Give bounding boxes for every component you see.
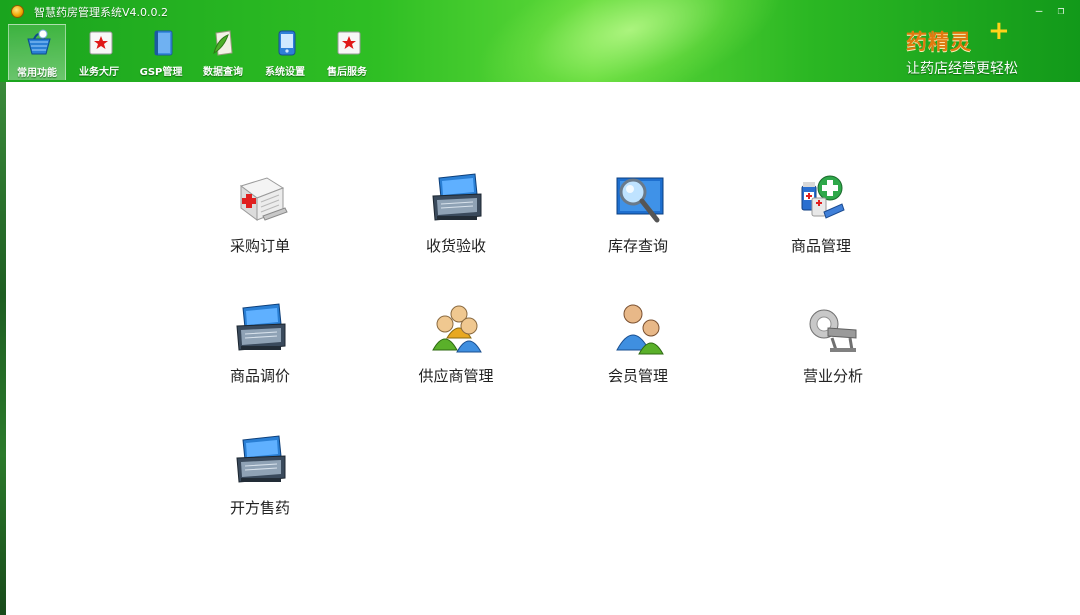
function-goods-receipt[interactable]: 收货验收 bbox=[386, 172, 526, 272]
function-supplier-management[interactable]: 供应商管理 bbox=[386, 302, 526, 402]
minimize-button[interactable]: — bbox=[1030, 3, 1048, 18]
medicine-bottles-icon bbox=[801, 175, 845, 219]
toolbar-label: 常用功能 bbox=[17, 68, 57, 79]
main-toolbar: 常用功能 业务大厅 GSP管理 数据查询 系统设置 售后服务 bbox=[0, 24, 390, 82]
function-panel: 采购订单 收货验收 库存查询 商品管理 商品调价 供应商管理 会员管理 营业分析… bbox=[6, 82, 1080, 615]
function-label: 商品调价 bbox=[229, 367, 290, 385]
function-label: 开方售药 bbox=[229, 499, 290, 517]
toolbar-after-sales[interactable]: 售后服务 bbox=[318, 24, 376, 80]
function-label: 会员管理 bbox=[607, 367, 668, 385]
maximize-button[interactable]: ❐ bbox=[1052, 3, 1070, 18]
toolbar-label: 系统设置 bbox=[265, 67, 305, 78]
brand-slogan: 让药店经营更轻松 bbox=[906, 61, 1018, 77]
toolbar-business-hall[interactable]: 业务大厅 bbox=[70, 24, 128, 80]
star-badge-icon bbox=[337, 31, 361, 55]
magnifier-screen-icon bbox=[616, 177, 664, 223]
toolbar-label: 数据查询 bbox=[203, 67, 243, 78]
toolbar-system-settings[interactable]: 系统设置 bbox=[256, 24, 314, 80]
brand-block: 药精灵 + 让药店经营更轻松 bbox=[900, 18, 1070, 78]
brand-plus: + bbox=[988, 16, 1010, 46]
function-label: 库存查询 bbox=[607, 237, 668, 255]
scanner-icon bbox=[809, 309, 857, 352]
basket-icon bbox=[27, 29, 51, 55]
toolbar-label: 售后服务 bbox=[327, 67, 367, 78]
function-purchase-order[interactable]: 采购订单 bbox=[190, 172, 330, 272]
function-label: 供应商管理 bbox=[418, 367, 494, 385]
function-product-management[interactable]: 商品管理 bbox=[751, 172, 891, 272]
window-title: 智慧药房管理系统V4.0.0.2 bbox=[34, 6, 169, 19]
function-prescription-sales[interactable]: 开方售药 bbox=[190, 434, 330, 534]
user-group-icon bbox=[432, 305, 482, 353]
function-inventory-query[interactable]: 库存查询 bbox=[568, 172, 708, 272]
hospital-icon bbox=[239, 177, 288, 221]
toolbar-label: 业务大厅 bbox=[79, 67, 119, 78]
device-icon bbox=[278, 30, 296, 56]
function-label: 收货验收 bbox=[425, 237, 486, 255]
function-business-analysis[interactable]: 营业分析 bbox=[763, 302, 903, 402]
toolbar-label: GSP管理 bbox=[139, 67, 183, 78]
toolbar-data-query[interactable]: 数据查询 bbox=[194, 24, 252, 80]
function-label: 采购订单 bbox=[229, 237, 290, 255]
toolbox-icon bbox=[236, 303, 286, 351]
function-label: 商品管理 bbox=[790, 237, 851, 255]
toolbox-icon bbox=[236, 435, 286, 483]
toolbar-common-functions[interactable]: 常用功能 bbox=[8, 24, 66, 80]
top-banner: 智慧药房管理系统V4.0.0.2 — ❐ 常用功能 业务大厅 GSP管理 数据查… bbox=[0, 0, 1080, 82]
title-bar: 智慧药房管理系统V4.0.0.2 — ❐ bbox=[0, 0, 1080, 22]
app-logo-icon bbox=[11, 5, 24, 18]
toolbox-icon bbox=[432, 173, 482, 221]
book-icon bbox=[154, 30, 173, 56]
function-member-management[interactable]: 会员管理 bbox=[568, 302, 708, 402]
toolbar-gsp-management[interactable]: GSP管理 bbox=[132, 24, 190, 80]
function-price-adjustment[interactable]: 商品调价 bbox=[190, 302, 330, 402]
document-leaf-icon bbox=[213, 30, 233, 56]
brand-name: 药精灵 bbox=[906, 30, 972, 54]
star-badge-icon bbox=[89, 31, 113, 55]
function-label: 营业分析 bbox=[802, 367, 863, 385]
users-icon bbox=[616, 304, 664, 355]
